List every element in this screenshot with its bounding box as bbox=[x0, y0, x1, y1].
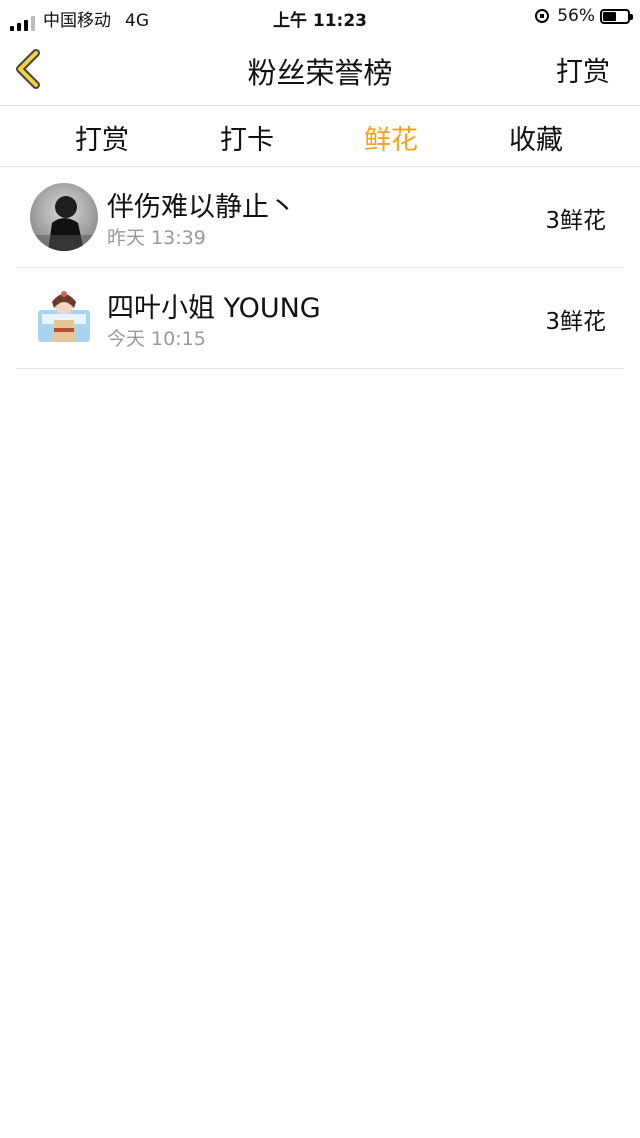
tab-flowers[interactable]: 鲜花 bbox=[364, 118, 418, 157]
avatar[interactable] bbox=[30, 284, 98, 352]
fan-name: 伴伤难以静止丶 bbox=[107, 192, 296, 223]
tab-favorites[interactable]: 收藏 bbox=[509, 118, 563, 157]
status-bar: 中国移动 4G 上午 11:23 56% bbox=[0, 0, 640, 34]
nav-bar: 粉丝荣誉榜 打赏 bbox=[0, 34, 640, 106]
status-right: 56% bbox=[535, 6, 633, 26]
avatar[interactable] bbox=[30, 183, 98, 251]
list-item[interactable]: 伴伤难以静止丶 昨天 13:39 3鲜花 bbox=[16, 167, 624, 268]
battery-fill bbox=[603, 11, 617, 21]
rotation-lock-icon bbox=[535, 9, 550, 23]
tab-reward[interactable]: 打赏 bbox=[75, 118, 129, 157]
fan-list: 伴伤难以静止丶 昨天 13:39 3鲜花 四叶小姐 YOUNG 今天 10:15… bbox=[16, 167, 624, 369]
flower-count: 3鲜花 bbox=[545, 309, 606, 335]
reward-button[interactable]: 打赏 bbox=[556, 50, 610, 89]
battery-percent: 56% bbox=[557, 6, 595, 26]
fan-name: 四叶小姐 YOUNG bbox=[107, 293, 321, 324]
battery-icon bbox=[600, 8, 633, 24]
tab-checkin[interactable]: 打卡 bbox=[220, 118, 274, 157]
list-item[interactable]: 四叶小姐 YOUNG 今天 10:15 3鲜花 bbox=[16, 268, 624, 369]
fan-time: 昨天 13:39 bbox=[107, 227, 206, 249]
tab-bar: 打赏 打卡 鲜花 收藏 bbox=[0, 106, 640, 167]
page-title: 粉丝荣誉榜 bbox=[247, 56, 393, 90]
flower-count: 3鲜花 bbox=[545, 208, 606, 234]
fan-time: 今天 10:15 bbox=[107, 328, 206, 350]
